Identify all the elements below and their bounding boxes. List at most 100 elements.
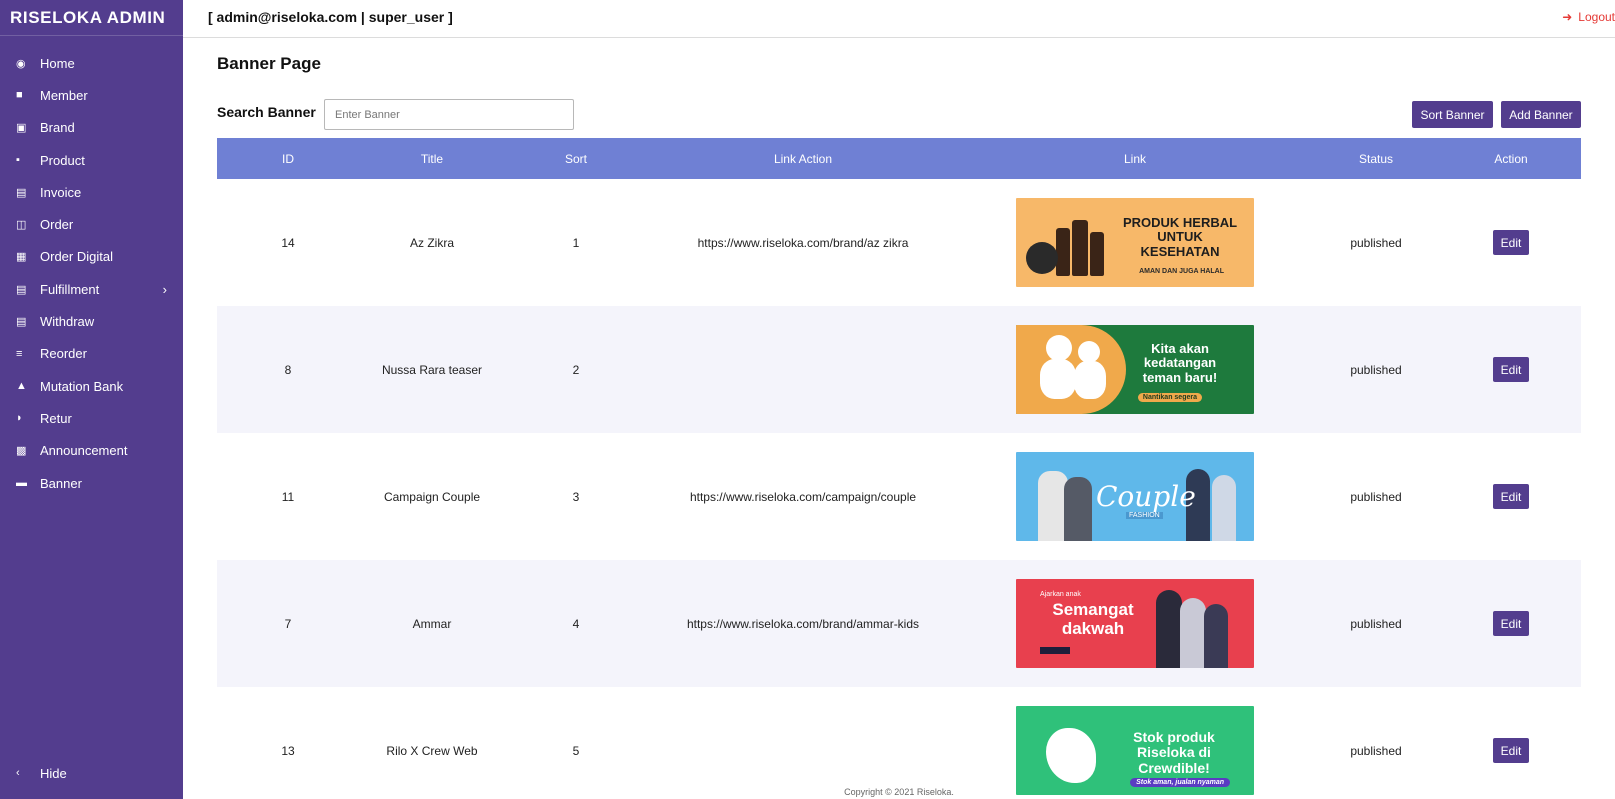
invoice-icon: ▤ xyxy=(16,186,27,199)
sidebar-item-label: Fulfillment xyxy=(40,281,100,297)
banner-thumbnail: PRODUK HERBAL UNTUK KESEHATAN AMAN DAN J… xyxy=(1016,198,1254,287)
banner-headline: PRODUK HERBAL UNTUK KESEHATAN xyxy=(1122,215,1238,259)
banner-icon: ▬ xyxy=(16,477,27,489)
banner-subtext: Ajarkan anak xyxy=(1040,591,1081,598)
cell-link: Stok produk Riseloka di Crewdible! Stok … xyxy=(959,706,1311,795)
child-body-graphic xyxy=(1074,361,1106,399)
cell-link-action: https://www.riseloka.com/brand/ammar-kid… xyxy=(686,616,920,631)
table-row: 8 Nussa Rara teaser 2 Kita akan kedatang… xyxy=(217,306,1581,433)
sidebar-item-order[interactable]: ◫ Order xyxy=(0,208,183,240)
calendar-icon: ▦ xyxy=(16,251,27,264)
banner-headline: Kita akan kedatangan teman baru! xyxy=(1142,341,1218,385)
cell-status: published xyxy=(1350,362,1402,377)
sidebar-item-order-digital[interactable]: ▦ Order Digital xyxy=(0,241,183,273)
logout-button[interactable]: ➜ Logout xyxy=(1562,10,1615,24)
chevron-right-icon: › xyxy=(162,281,167,297)
child-body-graphic xyxy=(1040,359,1076,399)
edit-button[interactable]: Edit xyxy=(1493,738,1529,763)
sidebar-item-home[interactable]: ◉ Home xyxy=(0,47,183,79)
mascot-graphic xyxy=(1046,728,1096,783)
sidebar-item-label: Announcement xyxy=(40,443,128,459)
banner-thumbnail: Stok produk Riseloka di Crewdible! Stok … xyxy=(1016,706,1254,795)
cell-status: published xyxy=(1350,616,1402,631)
edit-button[interactable]: Edit xyxy=(1493,611,1529,636)
user-info: [ admin@riseloka.com | super_user ] xyxy=(208,9,453,25)
table-row: 14 Az Zikra 1 https://www.riseloka.com/b… xyxy=(217,179,1581,306)
sidebar-item-label: Withdraw xyxy=(40,314,95,330)
banner-subtext: AMAN DAN JUGA HALAL xyxy=(1139,268,1224,275)
sidebar-item-label: Product xyxy=(40,152,85,168)
banner-subtext: FASHION xyxy=(1126,512,1163,519)
cell-title: Rilo X Crew Web xyxy=(386,743,478,758)
sidebar-item-withdraw[interactable]: ▤ Withdraw xyxy=(0,305,183,337)
footer-copyright: Copyright © 2021 Riseloka. xyxy=(844,787,954,797)
cell-link: PRODUK HERBAL UNTUK KESEHATAN AMAN DAN J… xyxy=(959,198,1311,287)
topbar: [ admin@riseloka.com | super_user ] ➜ Lo… xyxy=(183,0,1615,38)
banner-table: ID Title Sort Link Action Link Status Ac… xyxy=(217,138,1581,799)
table-body: 14 Az Zikra 1 https://www.riseloka.com/b… xyxy=(217,179,1581,799)
sidebar-item-label: Order Digital xyxy=(40,249,113,265)
sidebar: RISELOKA ADMIN ◉ Home ■ Member ▣ Brand ▪… xyxy=(0,0,183,799)
child-figure-graphic xyxy=(1180,598,1206,668)
search-input[interactable] xyxy=(324,99,574,130)
sidebar-item-banner[interactable]: ▬ Banner xyxy=(0,467,183,499)
cell-sort: 5 xyxy=(572,743,580,758)
sidebar-item-label: Brand xyxy=(40,120,75,136)
sidebar-item-label: Order xyxy=(40,217,74,233)
cell-title: Az Zikra xyxy=(409,235,454,250)
return-icon: ◗ xyxy=(16,412,23,425)
logo-graphic xyxy=(1026,242,1058,274)
sidebar-item-label: Mutation Bank xyxy=(40,378,124,394)
cell-link-action: https://www.riseloka.com/brand/az zikra xyxy=(697,235,909,250)
edit-button[interactable]: Edit xyxy=(1493,357,1529,382)
cell-sort: 1 xyxy=(572,235,580,250)
cell-status: published xyxy=(1350,235,1402,250)
list-icon: ≡ xyxy=(16,347,23,360)
edit-button[interactable]: Edit xyxy=(1493,484,1529,509)
sidebar-item-reorder[interactable]: ≡ Reorder xyxy=(0,338,183,370)
banner-thumbnail: Couple FASHION xyxy=(1016,452,1254,541)
add-banner-button[interactable]: Add Banner xyxy=(1501,101,1581,128)
sidebar-item-fulfillment[interactable]: ▤ Fulfillment › xyxy=(0,273,183,305)
sidebar-item-announcement[interactable]: ▩ Announcement xyxy=(0,435,183,467)
cell-id: 11 xyxy=(281,489,295,504)
app-title: RISELOKA ADMIN xyxy=(0,0,183,36)
column-header-link-action: Link Action xyxy=(773,151,833,166)
sidebar-item-mutation-bank[interactable]: ▲ Mutation Bank xyxy=(0,370,183,402)
cell-title: Nussa Rara teaser xyxy=(381,362,483,377)
cell-status: published xyxy=(1350,489,1402,504)
order-icon: ◫ xyxy=(16,219,27,232)
cell-id: 7 xyxy=(284,616,292,631)
cell-sort: 4 xyxy=(572,616,580,631)
table-row: 11 Campaign Couple 3 https://www.riselok… xyxy=(217,433,1581,560)
product-icon: ▪ xyxy=(16,154,20,167)
cell-link-action: https://www.riseloka.com/campaign/couple xyxy=(689,489,917,504)
cell-id: 13 xyxy=(281,743,295,758)
cell-action: Edit xyxy=(1441,611,1581,636)
cell-action: Edit xyxy=(1441,738,1581,763)
model-figure-graphic xyxy=(1064,477,1092,541)
table-header: ID Title Sort Link Action Link Status Ac… xyxy=(217,138,1581,179)
brand-tag-graphic xyxy=(1040,647,1070,654)
cell-sort: 2 xyxy=(572,362,580,377)
sidebar-item-product[interactable]: ▪ Product xyxy=(0,144,183,176)
sidebar-item-invoice[interactable]: ▤ Invoice xyxy=(0,176,183,208)
cell-sort: 3 xyxy=(572,489,580,504)
sidebar-item-member[interactable]: ■ Member xyxy=(0,79,183,111)
cell-title: Ammar xyxy=(412,616,452,631)
logout-icon: ➜ xyxy=(1562,10,1573,24)
sidebar-item-label: Member xyxy=(40,87,88,103)
sidebar-item-label: Home xyxy=(40,55,75,71)
announcement-icon: ▩ xyxy=(16,445,27,458)
sort-banner-button[interactable]: Sort Banner xyxy=(1412,101,1493,128)
sidebar-item-brand[interactable]: ▣ Brand xyxy=(0,112,183,144)
cell-id: 14 xyxy=(281,235,295,250)
child-figure-graphic xyxy=(1204,604,1228,668)
edit-button[interactable]: Edit xyxy=(1493,230,1529,255)
table-row: 13 Rilo X Crew Web 5 Stok produk Riselok… xyxy=(217,687,1581,799)
column-header-sort: Sort xyxy=(564,151,587,166)
hide-sidebar-button[interactable]: ‹ Hide xyxy=(0,758,183,788)
column-header-status: Status xyxy=(1358,151,1394,166)
child-silhouette-graphic xyxy=(1078,341,1100,363)
sidebar-item-retur[interactable]: ◗ Retur xyxy=(0,402,183,434)
